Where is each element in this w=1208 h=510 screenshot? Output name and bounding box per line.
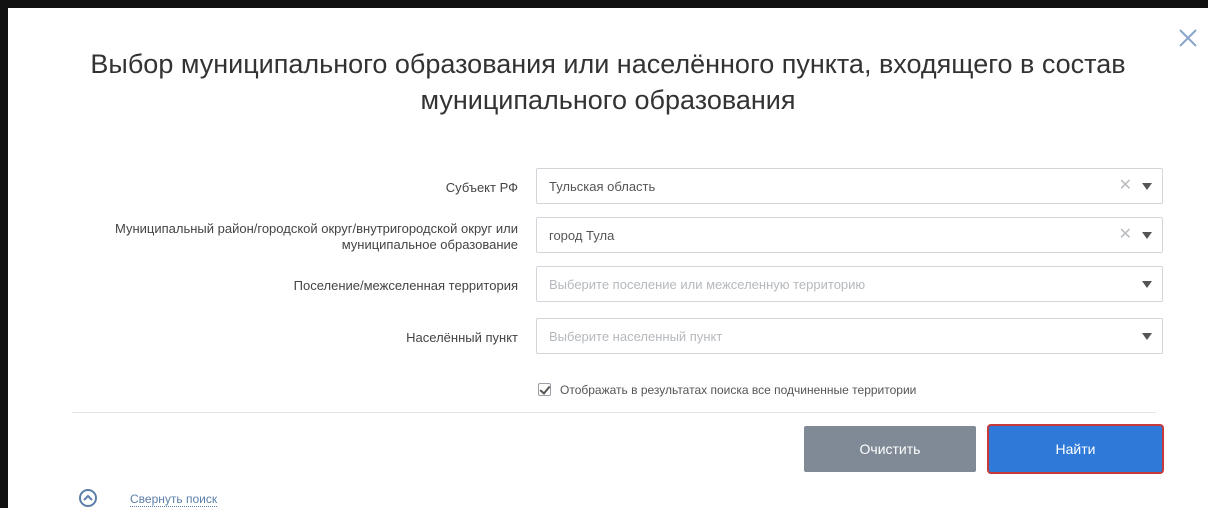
district-row: Муниципальный район/городской округ/внут… bbox=[8, 217, 1208, 259]
district-label: Муниципальный район/городской округ/внут… bbox=[114, 221, 518, 252]
settlement-row: Поселение/межселенная территория Выберит… bbox=[8, 266, 1208, 308]
close-icon[interactable] bbox=[1172, 22, 1202, 52]
settlement-placeholder: Выберите поселение или межселенную терри… bbox=[549, 277, 866, 292]
show-subordinate-label: Отображать в результатах поиска все подч… bbox=[560, 383, 917, 397]
show-subordinate-checkbox[interactable] bbox=[538, 383, 551, 396]
checkmark-icon bbox=[539, 383, 551, 395]
chevron-down-icon[interactable] bbox=[1142, 183, 1152, 190]
locality-select[interactable]: Выберите населенный пункт bbox=[536, 318, 1163, 354]
collapse-search-label[interactable]: Свернуть поиск bbox=[130, 492, 218, 507]
subject-select[interactable]: Тульская область ✕ bbox=[536, 168, 1163, 204]
clear-x-icon[interactable]: ✕ bbox=[1119, 227, 1132, 243]
locality-row: Населённый пункт Выберите населенный пун… bbox=[8, 318, 1208, 360]
district-select[interactable]: город Тула ✕ bbox=[536, 217, 1163, 253]
district-value: город Тула bbox=[549, 228, 615, 243]
chevron-up-circle-icon[interactable] bbox=[78, 488, 98, 508]
chevron-down-icon[interactable] bbox=[1142, 281, 1152, 288]
settlement-label: Поселение/межселенная территория bbox=[293, 278, 518, 293]
locality-placeholder: Выберите населенный пункт bbox=[549, 329, 723, 344]
chevron-down-icon[interactable] bbox=[1142, 232, 1152, 239]
search-dialog: Выбор муниципального образования или нас… bbox=[0, 0, 1208, 508]
subject-row: Субъект РФ Тульская область ✕ bbox=[8, 168, 1208, 210]
subject-label: Субъект РФ bbox=[445, 180, 518, 195]
find-button[interactable]: Найти bbox=[989, 426, 1162, 472]
dialog-title: Выбор муниципального образования или нас… bbox=[90, 49, 1126, 115]
subject-value: Тульская область bbox=[549, 179, 656, 194]
clear-button[interactable]: Очистить bbox=[804, 426, 976, 472]
clear-x-icon[interactable]: ✕ bbox=[1119, 178, 1132, 194]
divider bbox=[72, 412, 1156, 413]
settlement-select[interactable]: Выберите поселение или межселенную терри… bbox=[536, 266, 1163, 302]
chevron-down-icon[interactable] bbox=[1142, 333, 1152, 340]
locality-label: Населённый пункт bbox=[406, 330, 518, 345]
